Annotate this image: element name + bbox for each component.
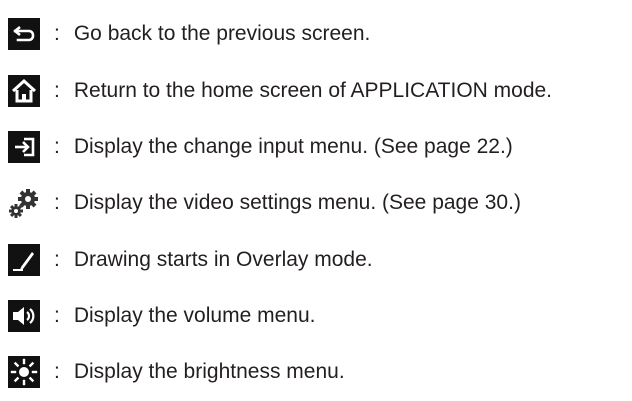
legend-row-brightness: : Display the brightness menu. [8,356,345,388]
home-icon [8,75,40,107]
separator-colon: : [54,360,60,383]
legend-text-back: Go back to the previous screen. [73,22,371,45]
legend-text-overlay: Drawing starts in Overlay mode. [73,248,373,271]
legend-row-input: : Display the change input menu. (See pa… [8,131,513,163]
legend-row-back: : Go back to the previous screen. [8,18,370,50]
legend-row-video-settings: : Display the video settings menu. (See … [8,187,521,219]
pen-icon [8,244,40,276]
settings-gears-icon [8,187,40,219]
legend-row-home: : Return to the home screen of APPLICATI… [8,75,552,107]
legend-text-video-settings: Display the video settings menu. (See pa… [73,191,521,214]
legend-row-volume: : Display the volume menu. [8,300,315,332]
separator-colon: : [54,248,60,271]
legend-row-overlay: : Drawing starts in Overlay mode. [8,244,373,276]
legend-text-input: Display the change input menu. (See page… [73,135,513,158]
volume-icon [8,300,40,332]
brightness-icon [8,356,40,388]
separator-colon: : [54,79,60,102]
separator-colon: : [54,22,60,45]
back-arrow-icon [8,18,40,50]
legend-text-volume: Display the volume menu. [73,304,316,327]
separator-colon: : [54,191,60,214]
legend-text-home: Return to the home screen of APPLICATION… [73,79,553,102]
input-icon [8,131,40,163]
separator-colon: : [54,304,60,327]
separator-colon: : [54,135,60,158]
legend-text-brightness: Display the brightness menu. [73,360,345,383]
